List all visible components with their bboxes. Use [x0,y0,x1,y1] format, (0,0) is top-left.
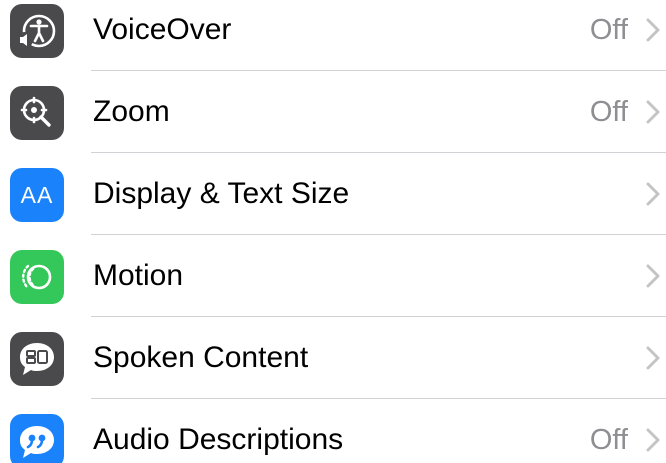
audio-descriptions-icon [10,414,64,463]
spoken-content-label: Spoken Content [93,341,309,374]
voiceover-label: VoiceOver [93,13,232,46]
chevron-right-icon [646,18,660,42]
motion-row[interactable]: Motion [0,235,666,317]
chevron-right-icon [646,182,660,206]
motion-label: Motion [93,259,184,292]
zoom-row[interactable]: Zoom Off [0,71,666,153]
audio-descriptions-label: Audio Descriptions [93,423,344,456]
accessibility-settings-list: VoiceOver Off Zoom Off AA Display & Text… [0,0,666,463]
chevron-right-icon [646,264,660,288]
display-text-size-glyph: AA [20,181,54,208]
voiceover-status-value: Off [589,14,628,46]
audio-descriptions-row[interactable]: Audio Descriptions Off [0,399,666,463]
spoken-content-row[interactable]: Spoken Content [0,317,666,399]
zoom-icon [10,86,64,140]
voiceover-row[interactable]: VoiceOver Off [0,0,666,71]
chevron-right-icon [646,428,660,452]
spoken-content-icon [10,332,64,386]
voiceover-icon [10,4,64,58]
chevron-right-icon [646,100,660,124]
zoom-status-value: Off [589,96,628,128]
display-text-size-icon: AA [10,168,64,222]
display-text-size-label: Display & Text Size [93,177,350,210]
zoom-label: Zoom [93,95,170,128]
audio-descriptions-status-value: Off [589,424,628,456]
motion-icon [10,250,64,304]
chevron-right-icon [646,346,660,370]
display-text-size-row[interactable]: AA Display & Text Size [0,153,666,235]
